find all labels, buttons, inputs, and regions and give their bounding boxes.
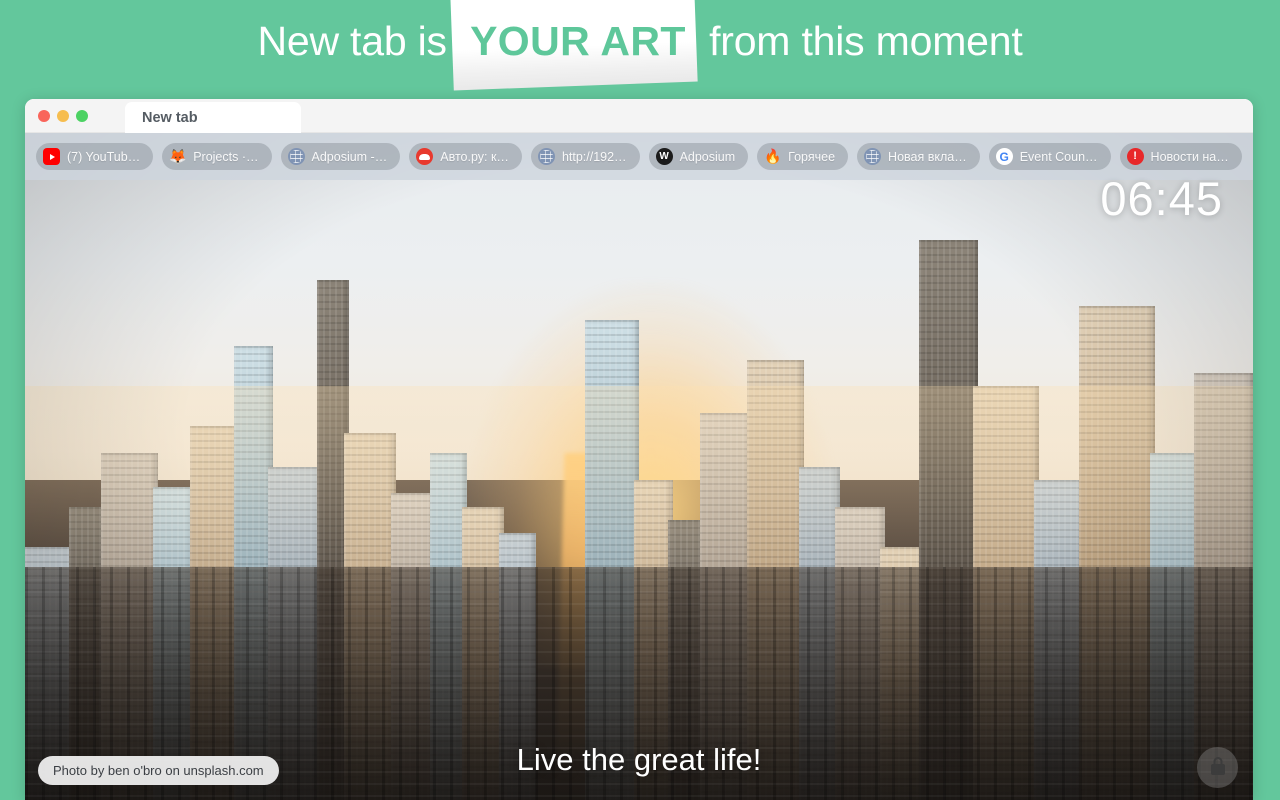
bookmark-item[interactable]: Новая вкла…: [857, 143, 980, 170]
promo-highlight-text: YOUR ART: [470, 18, 686, 64]
bookmark-item[interactable]: Adposium -…: [280, 143, 401, 170]
photo-credit[interactable]: Photo by ben o'bro on unsplash.com: [38, 756, 279, 785]
bookmark-label: Event Coun…: [1019, 149, 1098, 164]
car-icon: [416, 148, 434, 165]
bookmark-label: Горячее: [788, 149, 836, 164]
bookmark-item[interactable]: http://192…: [530, 143, 640, 170]
bookmark-item[interactable]: W Adposium: [648, 143, 749, 170]
globe-icon: [287, 148, 305, 165]
bookmark-item[interactable]: (7) YouTub…: [36, 143, 154, 170]
bookmark-label: Adposium: [679, 149, 736, 164]
promo-headline: New tab is YOUR ART from this moment: [0, 0, 1280, 91]
youtube-icon: [43, 148, 60, 165]
promo-highlight-slab: YOUR ART: [450, 0, 698, 91]
bookmark-label: (7) YouTub…: [67, 149, 141, 164]
background-photo: [25, 133, 1253, 800]
minimize-window-button[interactable]: [57, 110, 69, 122]
bookmark-item[interactable]: G Event Coun…: [988, 143, 1111, 170]
bookmark-label: Projects ·…: [193, 149, 259, 164]
promo-text-before: New tab is: [257, 18, 447, 64]
bookmark-label: http://192…: [561, 149, 627, 164]
zoom-window-button[interactable]: [76, 110, 88, 122]
lock-icon[interactable]: [1197, 747, 1238, 788]
lock-shackle-shape: [1213, 757, 1222, 766]
new-tab-page: (7) YouTub… 🦊 Projects ·… Adposium -… Авто.р…: [25, 133, 1253, 800]
lock-body-shape: [1210, 757, 1225, 775]
promo-text-after: from this moment: [709, 18, 1023, 64]
bookmark-item[interactable]: Авто.ру: к…: [409, 143, 522, 170]
globe-icon: [537, 148, 555, 165]
clock: 06:45: [1100, 172, 1223, 225]
browser-window: New tab (7) YouTub… 🦊 Projects ·… Adposi…: [25, 99, 1253, 800]
bookmark-label: Новая вкла…: [888, 149, 967, 164]
bookmark-label: Новости на…: [1150, 149, 1229, 164]
promo-banner: New tab is YOUR ART from this moment: [0, 0, 1280, 99]
window-controls[interactable]: [38, 110, 88, 122]
tab-new-tab[interactable]: New tab: [125, 102, 301, 133]
tab-strip: New tab: [25, 99, 1253, 133]
alert-icon: [1126, 148, 1144, 165]
bookmark-label: Авто.ру: к…: [440, 149, 509, 164]
gitlab-icon: 🦊: [168, 148, 187, 164]
bookmarks-bar[interactable]: (7) YouTub… 🦊 Projects ·… Adposium -… Авто.р…: [25, 133, 1253, 180]
flame-icon: 🔥: [763, 148, 782, 164]
close-window-button[interactable]: [38, 110, 50, 122]
globe-icon: [864, 148, 882, 165]
google-icon: G: [995, 148, 1013, 165]
bookmark-item[interactable]: 🔥 Горячее: [757, 143, 849, 170]
bookmark-item[interactable]: 🦊 Projects ·…: [162, 143, 272, 170]
bookmark-item[interactable]: Новости на…: [1119, 143, 1242, 170]
w-logo-icon: W: [655, 148, 673, 165]
bookmark-label: Adposium -…: [311, 149, 388, 164]
tab-title: New tab: [142, 109, 198, 126]
